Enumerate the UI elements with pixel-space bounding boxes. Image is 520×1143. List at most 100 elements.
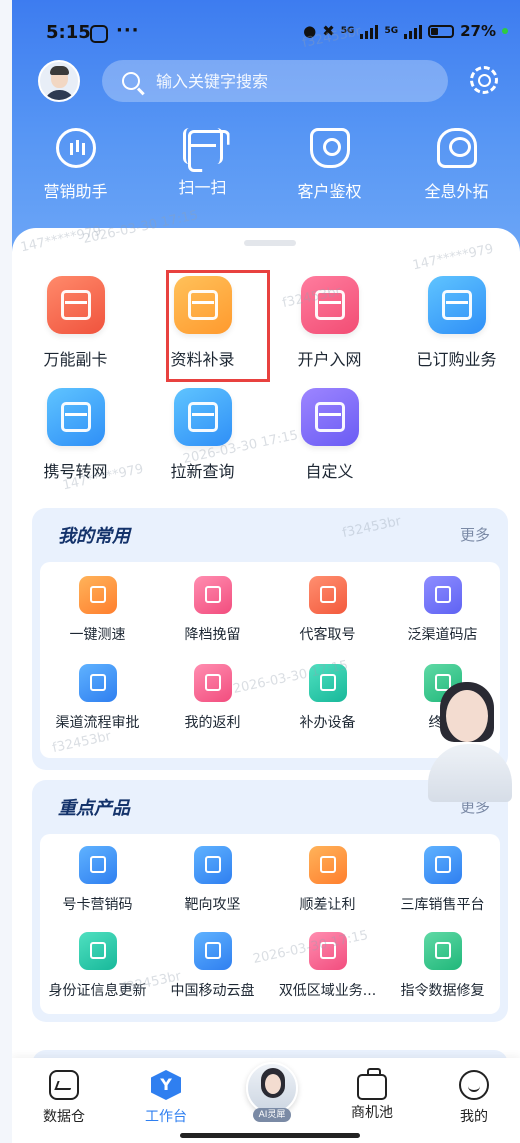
cloud-icon [193,932,232,970]
quick-action-expand[interactable]: 全息外拓 [393,128,520,204]
home-indicator[interactable] [180,1133,360,1138]
briefcase-icon [357,1068,387,1100]
highlight-box [166,270,270,382]
ticket-icon [308,576,347,614]
location-icon: ● [303,22,317,40]
user-badge-icon [436,128,477,168]
scan-icon [182,128,223,164]
grid-item-label: 已订购业务 [416,350,497,369]
quick-action-scan[interactable]: 扫一扫 [139,128,266,204]
key-products-grid: 号卡营销码 靶向攻坚 顺差让利 三库销售平台 身份证信息更新 中国移动云盘 双低… [40,834,500,1014]
quick-action-marketing[interactable]: 营销助手 [12,128,139,204]
phone-screen: 5:15 ··· ● ✖ 5G 5G 27% 输入关键字搜索 营销助手 扫一扫 … [12,0,520,1143]
chart-down-icon [193,576,232,614]
sim-card-icon [78,846,117,884]
fav-item[interactable]: 一键测速 [40,576,155,644]
grid-item-label: 开户入网 [297,350,362,369]
fav-item[interactable]: 渠道流程审批 [40,664,155,732]
grid-item-xiehao[interactable]: 携号转网 [12,388,139,482]
product-item[interactable]: 身份证信息更新 [40,932,155,1000]
product-item-label: 身份证信息更新 [48,983,147,999]
chart-box-icon [49,1070,79,1100]
quick-action-label: 扫一扫 [178,178,227,197]
product-item[interactable]: 靶向攻坚 [155,846,270,914]
fav-item[interactable]: 降档挽留 [155,576,270,644]
wallet-icon [173,388,232,446]
fav-item-label: 我的返利 [184,715,241,731]
fav-item[interactable]: 我的返利 [155,664,270,732]
avatar[interactable] [38,60,80,102]
product-item-label: 靶向攻坚 [184,897,241,913]
rocket-icon [78,664,117,702]
product-item[interactable]: 号卡营销码 [40,846,155,914]
fav-item-label: 降档挽留 [184,627,241,643]
code-gear-icon [423,932,462,970]
ai-avatar-body [428,744,512,802]
product-item[interactable]: 顺差让利 [270,846,385,914]
signal-icon [360,23,379,39]
grid-item-label: 万能副卡 [43,350,108,369]
avatar-hair [50,66,69,75]
ai-assistant-tab[interactable]: AI灵犀 [246,1062,298,1122]
quick-action-label: 营销助手 [43,182,108,201]
grid-item-wanneng[interactable]: 万能副卡 [12,276,139,370]
privacy-dot-icon [502,28,508,34]
fav-item-label: 代客取号 [299,627,356,643]
grid-item-label: 携号转网 [43,462,108,481]
product-item[interactable]: 三库销售平台 [385,846,500,914]
tab-label: 商机池 [351,1105,393,1121]
smile-icon [459,1070,489,1100]
ai-assistant-float[interactable] [422,680,520,802]
product-item[interactable]: 指令数据修复 [385,932,500,1000]
fav-item-label: 渠道流程审批 [55,715,140,731]
search-bar[interactable] [102,60,448,102]
fav-item[interactable]: 泛渠道码店 [385,576,500,644]
chat-bubble-icon [55,128,96,168]
location-down-icon [308,932,347,970]
tab-label: 数据仓 [43,1109,85,1125]
settings-gear-icon[interactable] [470,66,498,94]
ai-avatar-icon [246,1062,298,1114]
quick-action-auth[interactable]: 客户鉴权 [266,128,393,204]
net-label-2: 5G [384,26,399,36]
id-card-icon [78,932,117,970]
search-input[interactable] [156,71,416,91]
drag-handle[interactable] [244,240,296,246]
net-label-1: 5G [340,26,355,36]
grid-item-label: 拉新查询 [170,462,235,481]
card-icon [46,276,105,334]
tab-mine[interactable]: 我的 [424,1070,520,1126]
tab-workbench[interactable]: 工作台 [116,1070,216,1126]
product-item[interactable]: 中国移动云盘 [155,932,270,1000]
grid-item-yidinggou[interactable]: 已订购业务 [393,276,520,370]
check-box-icon [427,276,486,334]
tab-data-warehouse[interactable]: 数据仓 [14,1070,114,1126]
shield-user-icon [309,128,350,168]
target-icon [193,846,232,884]
favorites-more-link[interactable]: 更多 [460,524,490,545]
product-item-label: 指令数据修复 [400,983,485,999]
status-bar: 5:15 ··· ● ✖ 5G 5G 27% [12,20,520,50]
quick-actions: 营销助手 扫一扫 客户鉴权 全息外拓 [12,128,520,204]
fav-item[interactable]: 代客取号 [270,576,385,644]
fav-item[interactable]: 补办设备 [270,664,385,732]
grid-item-laxin[interactable]: 拉新查询 [139,388,266,482]
product-item[interactable]: 双低区域业务... [270,932,385,1000]
mute-icon: ✖ [322,22,335,40]
key-products-title: 重点产品 [58,798,130,819]
quick-action-label: 客户鉴权 [297,182,362,201]
grid-item-custom[interactable]: 自定义 [266,388,393,482]
tab-opportunity-pool[interactable]: 商机池 [322,1068,422,1122]
grid-item-kaihu[interactable]: 开户入网 [266,276,393,370]
status-time: 5:15 [46,22,91,43]
phone-transfer-icon [46,388,105,446]
app-notification-icon [90,25,108,43]
battery-percent: 27% [460,22,496,40]
quick-action-label: 全息外拓 [424,182,489,201]
device-icon [308,664,347,702]
product-item-label: 三库销售平台 [400,897,485,913]
signal-icon-2 [404,23,423,39]
fav-item-label: 泛渠道码店 [407,627,478,643]
id-card-icon [300,276,359,334]
fav-item-label: 一键测速 [69,627,126,643]
